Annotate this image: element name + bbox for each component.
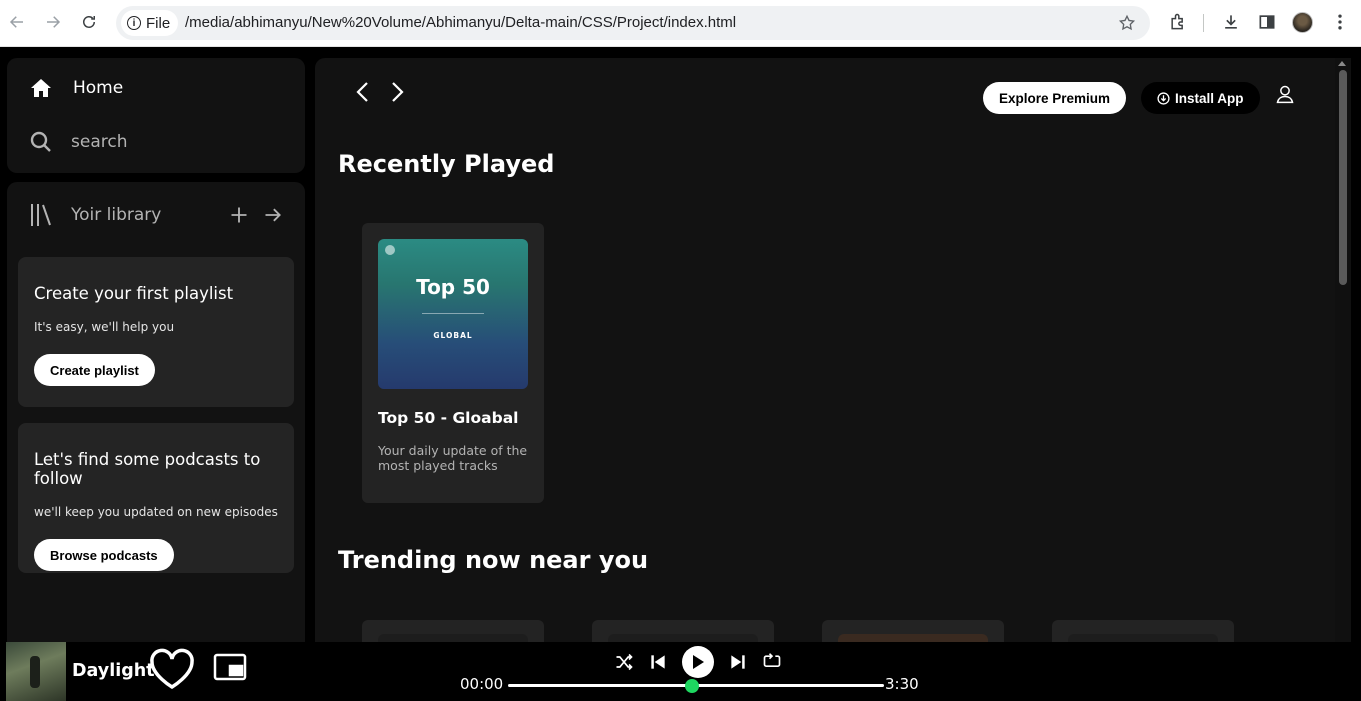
podcasts-card-subtitle: we'll keep you updated on new episodes [34, 505, 278, 519]
play-icon [693, 655, 704, 669]
search-link[interactable]: search [29, 130, 127, 154]
history-arrows [353, 80, 407, 104]
menu-icon[interactable] [1330, 12, 1352, 34]
trending-thumb [378, 634, 528, 642]
progress-knob[interactable] [685, 679, 700, 693]
current-time: 00:00 [460, 675, 504, 693]
home-label: Home [73, 78, 124, 98]
track-name: Daylight [72, 661, 155, 681]
plus-icon[interactable] [229, 205, 249, 225]
scroll-up-arrow-icon[interactable] [1338, 61, 1346, 66]
trending-thumb [1068, 634, 1218, 642]
playlist-card-subtitle: It's easy, we'll help you [34, 320, 175, 334]
search-label: search [71, 132, 128, 152]
download-circle-icon [1157, 91, 1170, 105]
player-bar: Daylight 00:00 3:30 [0, 642, 1361, 701]
trending-card[interactable] [1052, 620, 1234, 642]
podcasts-card: Let's find some podcasts to follow we'll… [18, 423, 294, 573]
track-artwork [6, 642, 66, 701]
trending-thumb [608, 634, 758, 642]
library-actions [229, 205, 283, 225]
library-label: Yoir library [71, 205, 162, 225]
search-icon [30, 131, 51, 152]
download-icon[interactable] [1221, 12, 1243, 34]
install-app-label: Install App [1175, 90, 1244, 106]
previous-icon[interactable] [648, 652, 668, 672]
main-panel: Explore Premium Install App Recently Pla… [315, 58, 1351, 642]
library-panel: Yoir library Create your first playlist … [7, 182, 305, 642]
create-playlist-card: Create your first playlist It's easy, we… [18, 257, 294, 407]
install-app-button[interactable]: Install App [1141, 82, 1260, 114]
sidebar-icon[interactable] [1257, 12, 1279, 34]
scrollbar-thumb[interactable] [1339, 70, 1347, 285]
trending-card[interactable] [362, 620, 544, 642]
star-icon[interactable] [1118, 14, 1136, 32]
explore-premium-button[interactable]: Explore Premium [983, 82, 1127, 114]
trending-card[interactable] [592, 620, 774, 642]
arrow-right-icon[interactable] [263, 205, 283, 225]
browser-toolbar: i File /media/abhimanyu/New%20Volume/Abh… [0, 0, 1361, 47]
back-icon[interactable] [6, 11, 28, 33]
info-icon: i [127, 16, 141, 30]
browse-podcasts-button[interactable]: Browse podcasts [34, 539, 174, 571]
library-header[interactable]: Yoir library [29, 202, 161, 228]
total-time: 3:30 [885, 675, 919, 693]
chevron-left-icon[interactable] [353, 80, 373, 104]
podcasts-card-title: Let's find some podcasts to follow [34, 450, 261, 488]
progress-bar[interactable] [508, 679, 884, 693]
url-text[interactable]: /media/abhimanyu/New%20Volume/Abhimanyu/… [185, 14, 736, 31]
toolbar-divider [1203, 14, 1204, 32]
home-panel: Home search [7, 58, 305, 173]
site-info-chip[interactable]: i File [121, 10, 179, 36]
next-icon[interactable] [728, 652, 748, 672]
cover-subtitle: GLOBAL [433, 331, 473, 340]
chevron-right-icon[interactable] [387, 80, 407, 104]
cover-title: Top 50 [416, 275, 490, 299]
home-icon [31, 79, 51, 97]
forward-icon[interactable] [42, 11, 64, 33]
extensions-icon[interactable] [1168, 12, 1190, 34]
playback-controls [614, 646, 782, 678]
album-cover: Top 50 GLOBAL [378, 239, 528, 389]
trending-card[interactable] [822, 620, 1004, 642]
spotify-logo-icon [385, 245, 395, 255]
address-bar[interactable]: i File /media/abhimanyu/New%20Volume/Abh… [116, 6, 1150, 40]
library-icon [31, 204, 51, 226]
recently-played-title: Recently Played [338, 150, 555, 178]
file-label: File [146, 14, 171, 32]
album-card[interactable]: Top 50 GLOBAL Top 50 - Gloabal Your dail… [362, 223, 544, 503]
picture-in-picture-icon[interactable] [213, 652, 247, 682]
home-link[interactable]: Home [29, 76, 123, 100]
user-icon[interactable] [1275, 84, 1295, 104]
play-button[interactable] [682, 646, 714, 678]
create-playlist-button[interactable]: Create playlist [34, 354, 155, 386]
trending-thumb [838, 634, 988, 642]
cover-divider [422, 313, 484, 314]
playlist-card-title: Create your first playlist [34, 284, 234, 303]
album-description: Your daily update of the most played tra… [378, 443, 528, 473]
heart-icon[interactable] [147, 646, 197, 692]
profile-avatar[interactable] [1292, 12, 1313, 33]
shuffle-icon[interactable] [614, 652, 634, 672]
trending-title: Trending now near you [338, 546, 649, 574]
album-title: Top 50 - Gloabal [378, 409, 519, 427]
repeat-icon[interactable] [762, 652, 782, 672]
reload-icon[interactable] [78, 11, 100, 33]
